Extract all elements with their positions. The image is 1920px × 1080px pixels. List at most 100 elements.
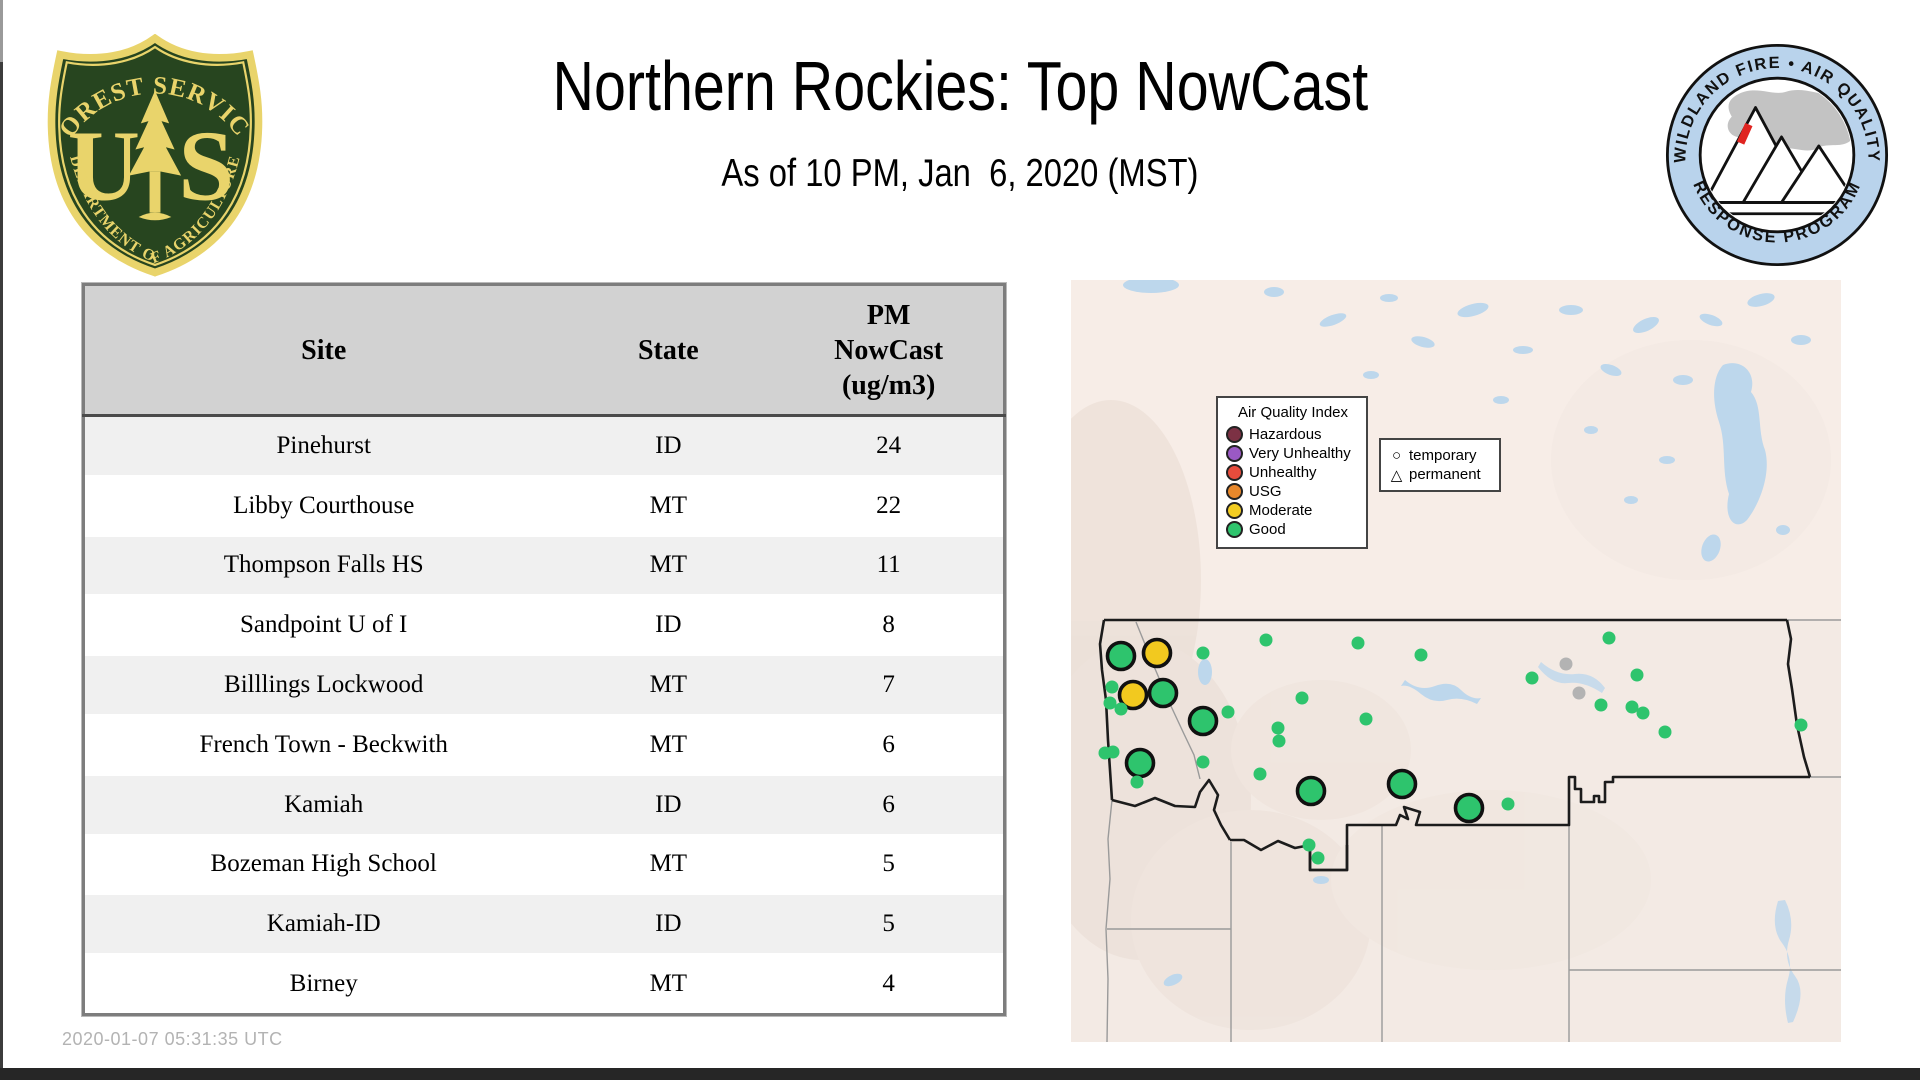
table-cell-site: French Town - Beckwith [83, 714, 563, 775]
monitor-marker-small [1602, 631, 1616, 645]
table-cell-value: 5 [774, 894, 1005, 955]
monitor-marker-small [1630, 668, 1644, 682]
monitor-marker-large [1141, 637, 1173, 669]
aqi-legend-item: Unhealthy [1226, 463, 1360, 482]
table-cell-value: 11 [774, 535, 1005, 596]
table-cell-state: ID [562, 774, 775, 835]
monitor-marker-small [1572, 686, 1586, 700]
table-cell-state: ID [562, 894, 775, 955]
table-cell-value: 7 [774, 655, 1005, 715]
monitor-marker-small [1272, 734, 1286, 748]
table-cell-site: Thompson Falls HS [83, 535, 563, 596]
nowcast-table: Site State PM NowCast (ug/m3) Pinehurst I… [82, 283, 1006, 1016]
page-subtitle: As of 10 PM, Jan 6, 2020 (MST) [721, 152, 1199, 195]
table-row: Libby Courthouse MT 22 [83, 475, 1005, 536]
table-row: Kamiah-ID ID 5 [83, 894, 1005, 955]
table-cell-value: 6 [774, 714, 1005, 775]
aqi-legend-item: Very Unhealthy [1226, 444, 1360, 463]
monitor-marker-small [1302, 838, 1316, 852]
table-cell-state: MT [562, 535, 775, 596]
table-header-row: Site State PM NowCast (ug/m3) [83, 284, 1005, 417]
col-header-state: State [562, 284, 775, 417]
monitor-marker-large [1187, 705, 1219, 737]
aqi-legend-title: Air Quality Index [1237, 404, 1349, 421]
temporary-circle-icon: ○ [1391, 447, 1402, 464]
air-quality-map: Air Quality Index Hazardous Very Unhealth… [1071, 280, 1841, 1042]
monitor-marker-small [1636, 706, 1650, 720]
table-row: Billlings Lockwood MT 7 [83, 655, 1005, 715]
monitor-marker-large [1295, 775, 1327, 807]
table-row: Kamiah ID 6 [83, 774, 1005, 835]
table-cell-site: Billlings Lockwood [83, 655, 563, 715]
table-cell-value: 24 [774, 415, 1005, 476]
table-cell-site: Sandpoint U of I [83, 595, 563, 656]
table-cell-state: ID [562, 415, 775, 476]
table-cell-value: 4 [774, 954, 1005, 1015]
aqi-color-dot [1226, 445, 1243, 462]
page-bottom-bar [0, 1068, 1920, 1080]
monitor-marker-small [1114, 702, 1128, 716]
monitor-marker-small [1295, 691, 1309, 705]
generated-timestamp: 2020-01-07 05:31:35 UTC [62, 1029, 283, 1049]
table-cell-value: 8 [774, 595, 1005, 656]
monitor-marker-small [1625, 700, 1639, 714]
aqi-color-dot [1226, 426, 1243, 443]
table-cell-state: MT [562, 954, 775, 1015]
flathead-lake [1198, 659, 1212, 685]
monitor-marker-small [1414, 648, 1428, 662]
monitor-marker-small [1221, 705, 1235, 719]
nowcast-table-body: Pinehurst ID 24 Libby Courthouse MT 22 Thompso… [83, 415, 1005, 1015]
monitor-marker-small [1594, 698, 1608, 712]
aqi-color-dot [1226, 464, 1243, 481]
monitor-marker-large [1147, 677, 1179, 709]
aqi-legend-item: Moderate [1226, 501, 1360, 520]
monitor-marker-small [1501, 797, 1515, 811]
page-title: Northern Rockies: Top NowCast [552, 47, 1368, 125]
aqi-legend-item: USG [1226, 482, 1360, 501]
table-cell-value: 5 [774, 834, 1005, 895]
aqi-legend-item: Hazardous [1226, 425, 1360, 444]
monitor-marker-small [1259, 633, 1273, 647]
monitor-marker-small [1311, 851, 1325, 865]
temporary-label: temporary [1409, 447, 1477, 464]
table-cell-state: MT [562, 834, 775, 895]
monitor-marker-small [1105, 680, 1119, 694]
table-cell-state: MT [562, 655, 775, 715]
table-row: Pinehurst ID 24 [83, 415, 1005, 476]
monitor-marker-small [1351, 636, 1365, 650]
monitor-marker-small [1253, 767, 1267, 781]
table-cell-state: MT [562, 475, 775, 536]
permanent-triangle-icon: △ [1390, 466, 1403, 484]
table-row: Birney MT 4 [83, 954, 1005, 1015]
aqi-legend-item: Good [1226, 520, 1360, 539]
table-cell-site: Bozeman High School [83, 834, 563, 895]
monitor-marker-large [1453, 792, 1485, 824]
monitor-marker-small [1525, 671, 1539, 685]
table-cell-site: Kamiah [83, 774, 563, 835]
table-cell-site: Kamiah-ID [83, 894, 563, 955]
marker-type-legend: ○ temporary △ permanent [1379, 438, 1501, 492]
monitor-marker-small [1794, 718, 1808, 732]
monitor-marker-small [1359, 712, 1373, 726]
table-cell-value: 22 [774, 475, 1005, 536]
monitor-marker-large [1124, 747, 1156, 779]
table-row: Sandpoint U of I ID 8 [83, 595, 1005, 656]
table-cell-state: ID [562, 595, 775, 656]
monitor-marker-small [1196, 755, 1210, 769]
table-cell-state: MT [562, 714, 775, 775]
table-cell-value: 6 [774, 774, 1005, 835]
monitor-marker-small [1196, 646, 1210, 660]
monitor-marker-small [1106, 745, 1120, 759]
monitor-marker-small [1559, 657, 1573, 671]
table-cell-site: Pinehurst [83, 415, 563, 476]
table-row: Thompson Falls HS MT 11 [83, 535, 1005, 596]
aqi-legend-items: Hazardous Very Unhealthy Unhealthy USG Moder… [1226, 425, 1360, 539]
table-row: Bozeman High School MT 5 [83, 834, 1005, 895]
wfaqrp-logo: WILDLAND FIRE • AIR QUALITY RESPONSE PRO… [1665, 43, 1889, 267]
map-canvas [1071, 280, 1841, 1042]
monitor-marker-large [1386, 768, 1418, 800]
aqi-color-dot [1226, 483, 1243, 500]
monitor-marker-small [1658, 725, 1672, 739]
permanent-label: permanent [1409, 466, 1481, 483]
table-row: French Town - Beckwith MT 6 [83, 714, 1005, 775]
